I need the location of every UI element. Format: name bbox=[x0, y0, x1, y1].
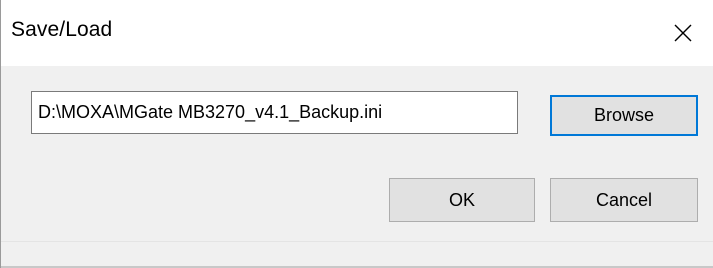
browse-button[interactable]: Browse bbox=[550, 95, 698, 136]
title-bar[interactable]: Save/Load bbox=[1, 0, 713, 66]
close-button[interactable] bbox=[652, 0, 713, 66]
window-title: Save/Load bbox=[11, 18, 113, 41]
dialog-bottom-strip bbox=[1, 241, 713, 268]
ok-button[interactable]: OK bbox=[389, 178, 535, 222]
save-load-dialog: Save/Load Browse OK Cancel bbox=[0, 0, 713, 268]
close-icon bbox=[673, 23, 693, 43]
cancel-button[interactable]: Cancel bbox=[550, 178, 698, 222]
file-path-input[interactable] bbox=[31, 91, 518, 134]
